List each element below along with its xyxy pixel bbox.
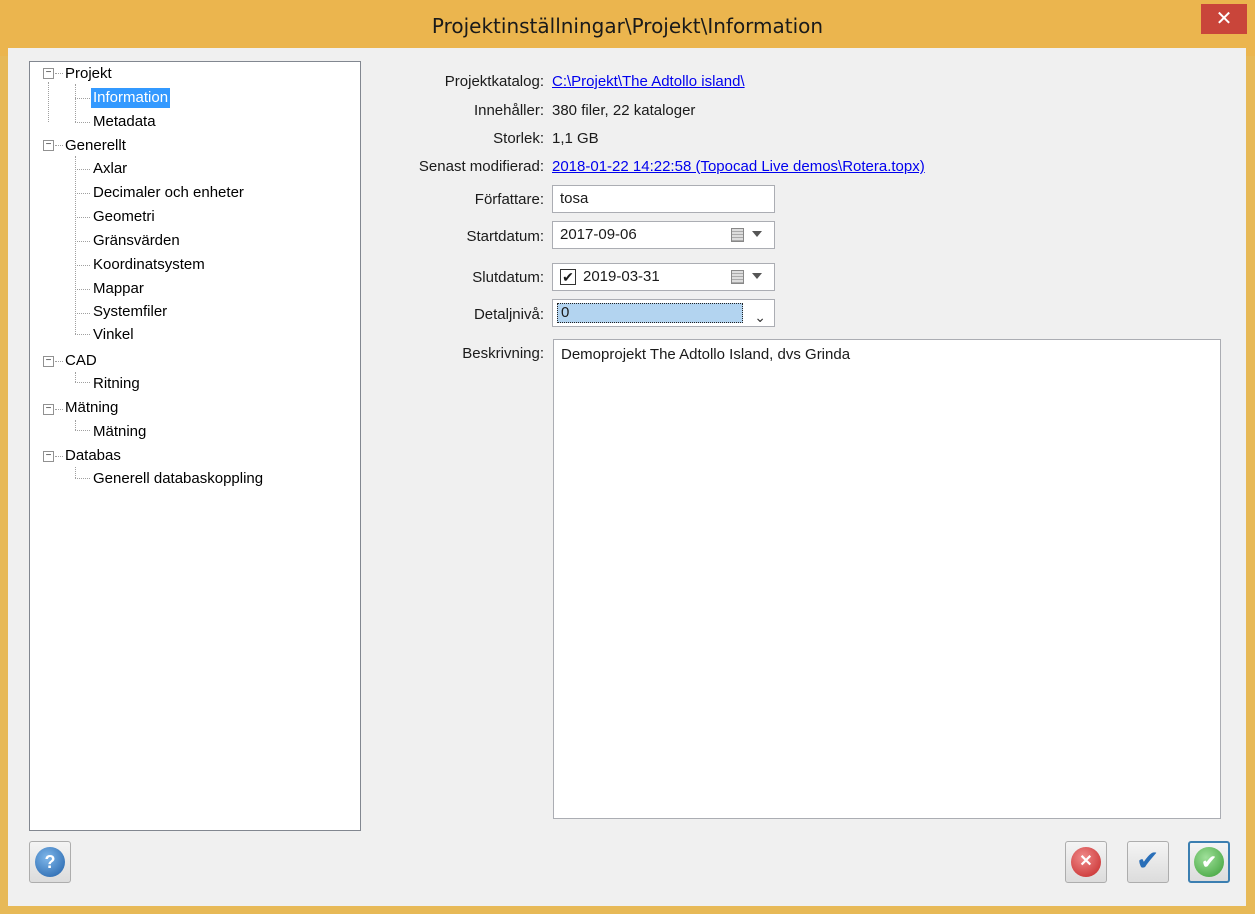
innehaller-label: Innehåller:: [473, 102, 544, 119]
cancel-icon: ✕: [1071, 847, 1101, 877]
tree-line: [75, 169, 90, 170]
tree-node-databaskoppling[interactable]: Generell databaskoppling: [93, 469, 263, 489]
forfattare-field[interactable]: tosa: [552, 185, 775, 213]
chevron-down-icon[interactable]: [752, 273, 762, 279]
projektkatalog-label: Projektkatalog:: [444, 73, 544, 90]
chevron-down-icon[interactable]: [752, 231, 762, 237]
window-title: Projektinställningar\Projekt\Information: [431, 14, 824, 38]
tree-node-gransvarden[interactable]: Gränsvärden: [93, 231, 180, 251]
projektkatalog-link[interactable]: C:\Projekt\The Adtollo island\: [552, 73, 745, 90]
calendar-icon[interactable]: [731, 228, 744, 242]
tree-node-matning-group[interactable]: Mätning: [65, 398, 118, 418]
collapse-icon[interactable]: −: [43, 140, 54, 151]
tree-line: [75, 430, 90, 431]
tree-node-vinkel[interactable]: Vinkel: [93, 325, 134, 345]
detaljniva-value: 0: [557, 303, 743, 323]
detaljniva-select[interactable]: 0 ⌄: [552, 299, 775, 327]
help-icon: ?: [35, 847, 65, 877]
storlek-value: 1,1 GB: [552, 130, 599, 147]
tree-line: [75, 334, 90, 335]
startdatum-value: 2017-09-06: [560, 226, 637, 243]
tree-line: [75, 193, 90, 194]
tree-node-ritning[interactable]: Ritning: [93, 374, 140, 394]
tree-line: [75, 313, 90, 314]
collapse-icon[interactable]: −: [43, 451, 54, 462]
tree-line: [48, 82, 49, 122]
tree-node-metadata[interactable]: Metadata: [93, 112, 156, 132]
close-icon: ✕: [1215, 8, 1233, 30]
tree-line: [55, 73, 63, 74]
dialog-client-area: − Projekt Information Metadata − Generel…: [8, 48, 1246, 906]
tree-line: [75, 156, 76, 334]
slutdatum-label: Slutdatum:: [472, 269, 544, 286]
apply-button[interactable]: ✔: [1127, 841, 1169, 883]
slutdatum-checkbox[interactable]: ✔: [560, 269, 576, 285]
tree-line: [55, 145, 63, 146]
slutdatum-value: 2019-03-31: [583, 268, 660, 285]
innehaller-value: 380 filer, 22 kataloger: [552, 102, 696, 119]
tree-line: [75, 382, 90, 383]
tree-line: [75, 241, 90, 242]
tree-node-generellt[interactable]: Generellt: [65, 136, 126, 156]
tree-node-projekt[interactable]: Projekt: [65, 64, 112, 84]
tree-line: [75, 98, 90, 99]
forfattare-label: Författare:: [474, 191, 544, 208]
startdatum-picker[interactable]: 2017-09-06: [552, 221, 775, 249]
tree-node-geometri[interactable]: Geometri: [93, 207, 155, 227]
collapse-icon[interactable]: −: [43, 356, 54, 367]
dialog-window: Projektinställningar\Projekt\Information…: [0, 0, 1255, 914]
tree-node-koordinatsystem[interactable]: Koordinatsystem: [93, 255, 205, 275]
tree-line: [75, 467, 76, 478]
cancel-button[interactable]: ✕: [1065, 841, 1107, 883]
beskrivning-textarea[interactable]: Demoprojekt The Adtollo Island, dvs Grin…: [553, 339, 1221, 819]
checkmark-icon: ✔: [1136, 845, 1160, 876]
tree-node-decimaler[interactable]: Decimaler och enheter: [93, 183, 244, 203]
startdatum-label: Startdatum:: [466, 228, 544, 245]
tree-node-mappar[interactable]: Mappar: [93, 279, 144, 299]
beskrivning-label: Beskrivning:: [462, 345, 544, 362]
tree-line: [75, 372, 76, 382]
tree-line: [55, 361, 63, 362]
tree-line: [75, 84, 76, 122]
tree-line: [75, 217, 90, 218]
collapse-icon[interactable]: −: [43, 68, 54, 79]
help-button[interactable]: ?: [29, 841, 71, 883]
tree-line: [75, 478, 90, 479]
ok-icon: ✔: [1194, 847, 1224, 877]
tree-node-axlar[interactable]: Axlar: [93, 159, 127, 179]
calendar-icon[interactable]: [731, 270, 744, 284]
tree-line: [75, 289, 90, 290]
detaljniva-label: Detaljnivå:: [473, 306, 544, 323]
senast-modifierad-link[interactable]: 2018-01-22 14:22:58 (Topocad Live demos\…: [552, 158, 925, 175]
senast-modifierad-label: Senast modifierad:: [418, 158, 544, 175]
tree-line: [55, 409, 63, 410]
settings-tree[interactable]: − Projekt Information Metadata − Generel…: [29, 61, 361, 831]
collapse-icon[interactable]: −: [43, 404, 54, 415]
tree-node-databas[interactable]: Databas: [65, 446, 121, 466]
storlek-label: Storlek:: [493, 130, 544, 147]
tree-node-matning[interactable]: Mätning: [93, 422, 146, 442]
tree-node-cad[interactable]: CAD: [65, 351, 97, 371]
tree-line: [55, 456, 63, 457]
tree-line: [75, 420, 76, 430]
ok-button[interactable]: ✔: [1188, 841, 1230, 883]
tree-line: [75, 265, 90, 266]
close-button[interactable]: ✕: [1201, 4, 1247, 34]
tree-node-systemfiler[interactable]: Systemfiler: [93, 302, 167, 322]
chevron-down-icon[interactable]: ⌄: [754, 304, 766, 330]
tree-node-information[interactable]: Information: [91, 88, 171, 108]
tree-line: [75, 122, 90, 123]
slutdatum-picker[interactable]: ✔ 2019-03-31: [552, 263, 775, 291]
